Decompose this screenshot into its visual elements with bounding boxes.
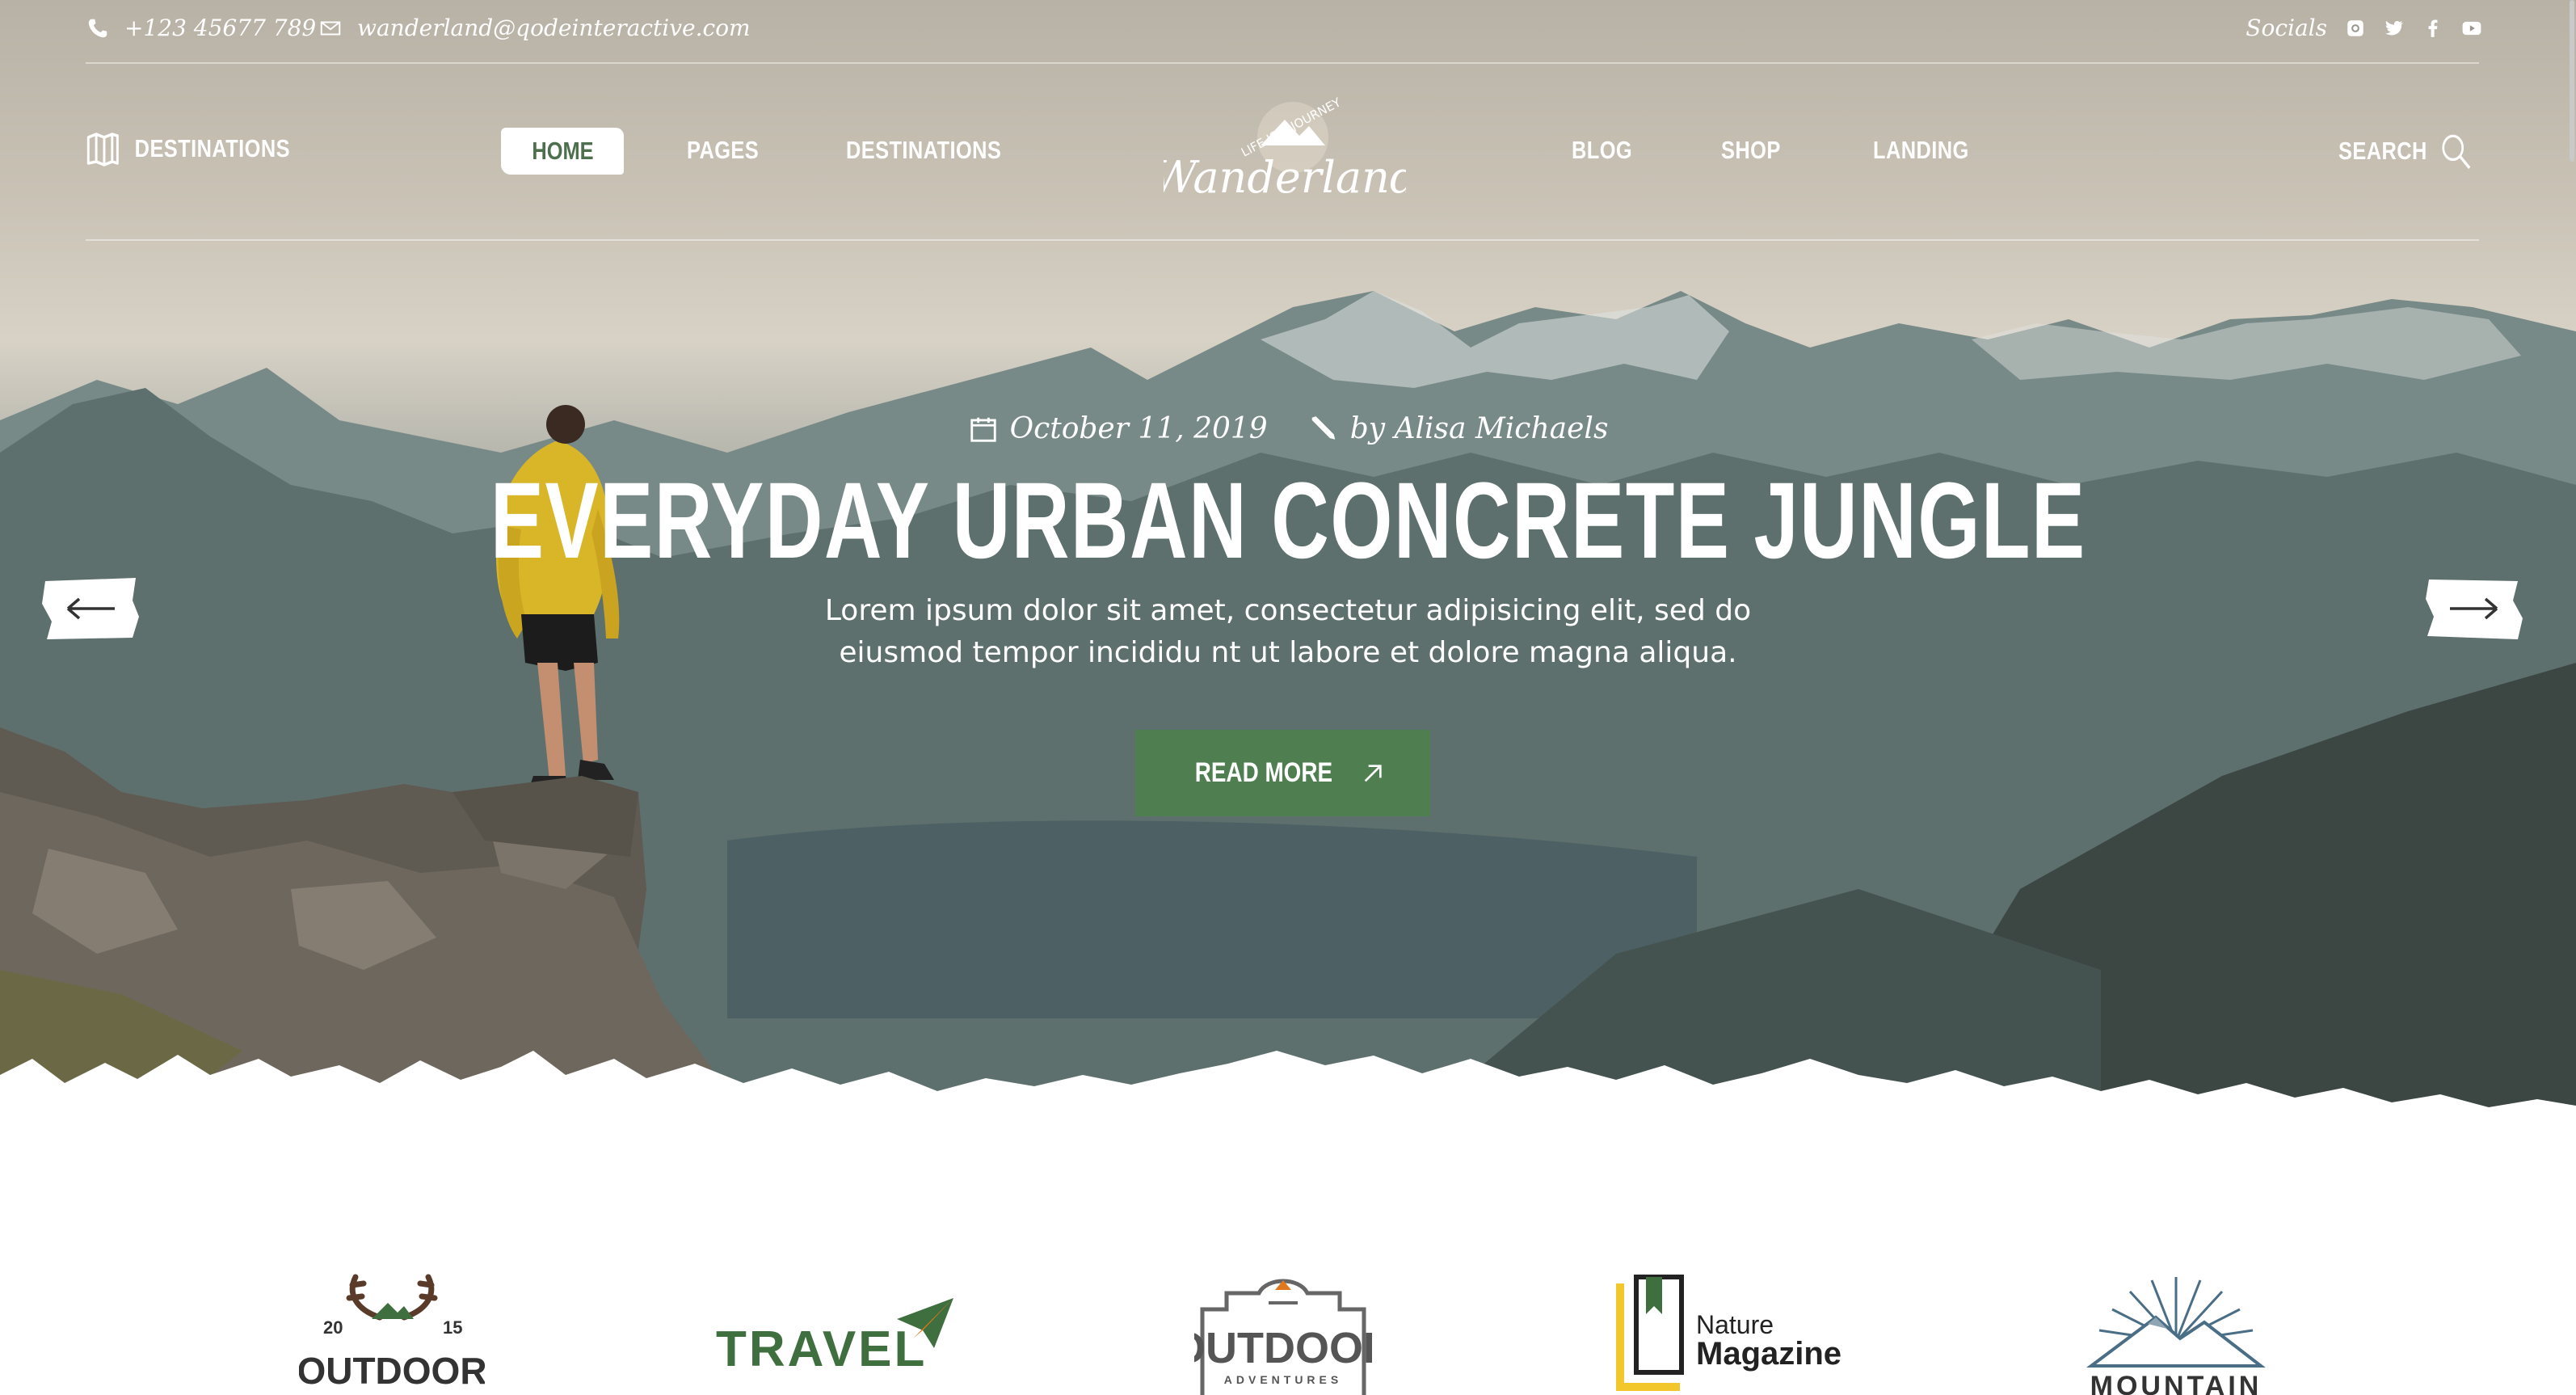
phone-number: +123 45677 789: [124, 15, 317, 41]
excerpt-line-2: eiusmod tempor incididu nt ut labore et …: [839, 636, 1737, 669]
brand-mountain[interactable]: MOUNTAIN: [2067, 1261, 2285, 1395]
pencil-icon: [1311, 415, 1335, 440]
search-label: SEARCH: [2338, 137, 2427, 165]
nav-destinations[interactable]: DESTINATIONS: [846, 136, 1001, 165]
twitter-icon[interactable]: [2384, 18, 2405, 39]
search-icon: [2442, 134, 2471, 170]
mountain-logo: MOUNTAIN: [2086, 1277, 2266, 1395]
destinations-menu-label: DESTINATIONS: [134, 134, 290, 162]
brand-mountain-name: MOUNTAIN: [2090, 1371, 2262, 1395]
page-scrollbar[interactable]: [2570, 0, 2574, 162]
search-trigger[interactable]: SEARCH: [2338, 131, 2473, 171]
slider-next-button[interactable]: [2424, 576, 2524, 641]
brush-edge-divider: [0, 1051, 2576, 1156]
destinations-menu-trigger[interactable]: DESTINATIONS: [86, 131, 290, 166]
facebook-icon[interactable]: [2422, 18, 2443, 39]
hero-slider: +123 45677 789 wanderland@qodeinteractiv…: [0, 0, 2576, 1156]
page-root: +123 45677 789 wanderland@qodeinteractiv…: [0, 0, 2576, 1395]
nav-pages[interactable]: PAGES: [687, 136, 759, 165]
nav-divider: [86, 239, 2479, 241]
nature-magazine-logo: Nature Magazine: [1616, 1275, 1842, 1391]
mail-icon: [320, 21, 341, 35]
brand-outdoor-2015[interactable]: 20 15 OUTDOOR: [297, 1261, 487, 1395]
travel-logo: TRAVEL: [716, 1298, 953, 1377]
arrow-up-right-icon: [1365, 764, 1383, 782]
brand-outdoor-adventures-sub: ADVENTURES: [1224, 1373, 1342, 1386]
slider-prev-button[interactable]: [40, 576, 141, 641]
topbar-divider: [86, 62, 2479, 64]
logo-wordmark: Wanderland: [1164, 152, 1406, 203]
antlers-logo: 20 15 OUTDOOR: [297, 1274, 487, 1392]
post-author-text: by Alisa Michaels: [1349, 412, 1609, 445]
email-contact[interactable]: wanderland@qodeinteractive.com: [318, 15, 751, 41]
nav-landing[interactable]: LANDING: [1873, 136, 1969, 165]
hero-title-text: EVERYDAY URBAN CONCRETE JUNGLE: [490, 461, 2086, 581]
post-date[interactable]: October 11, 2019: [968, 412, 1268, 445]
partner-logos: 20 15 OUTDOOR TRAVEL OUTDOOR ADVENTURES: [0, 1261, 2576, 1395]
read-more-label: READ MORE: [1194, 757, 1332, 788]
outdoor-adventures-logo: OUTDOOR ADVENTURES: [1172, 1279, 1395, 1395]
hero-title[interactable]: EVERYDAY URBAN CONCRETE JUNGLE: [0, 461, 2576, 582]
post-date-text: October 11, 2019: [1009, 412, 1268, 445]
brand-travel-name: TRAVEL: [716, 1321, 927, 1377]
socials-group: Socials: [2246, 15, 2482, 41]
brand-nature-magazine[interactable]: Nature Magazine: [1612, 1261, 1854, 1395]
excerpt-line-1: Lorem ipsum dolor sit amet, consectetur …: [824, 594, 1752, 627]
brand-outdoor-adventures[interactable]: OUTDOOR ADVENTURES: [1172, 1261, 1395, 1395]
nav-shop[interactable]: SHOP: [1721, 136, 1781, 165]
socials-label: Socials: [2246, 15, 2327, 41]
brand-outdoor-adventures-name: OUTDOOR: [1194, 1324, 1372, 1372]
arrow-right-icon: [2426, 579, 2523, 639]
phone-icon: [88, 19, 107, 37]
read-more-button[interactable]: READ MORE: [1135, 730, 1430, 816]
email-address: wanderland@qodeinteractive.com: [357, 15, 751, 41]
nav-home[interactable]: HOME: [501, 128, 624, 175]
youtube-icon[interactable]: [2461, 18, 2482, 39]
instagram-icon[interactable]: [2345, 18, 2366, 39]
brand-outdoor-name: OUTDOOR: [299, 1350, 485, 1392]
post-meta: October 11, 2019 by Alisa Michaels: [0, 412, 2576, 445]
nav-blog[interactable]: BLOG: [1572, 136, 1632, 165]
arrow-left-icon: [42, 578, 139, 639]
hero-excerpt: Lorem ipsum dolor sit amet, consectetur …: [803, 590, 1773, 674]
post-author[interactable]: by Alisa Michaels: [1308, 412, 1609, 445]
main-navigation: DESTINATIONS HOME PAGES DESTINATIONS LIF…: [0, 65, 2576, 238]
brand-nature-bottom: Magazine: [1696, 1336, 1842, 1372]
top-bar: +123 45677 789 wanderland@qodeinteractiv…: [0, 0, 2576, 63]
wanderland-logo: LIFE IS A JOURNEY Wanderland: [1152, 95, 1418, 203]
brand-travel[interactable]: TRAVEL: [711, 1261, 970, 1395]
phone-contact[interactable]: +123 45677 789: [86, 15, 316, 41]
site-logo[interactable]: LIFE IS A JOURNEY Wanderland: [1152, 89, 1418, 218]
brand-nature-top: Nature: [1696, 1310, 1774, 1339]
nav-home-label: HOME: [531, 137, 594, 165]
brand-outdoor-year-left: 20: [323, 1317, 343, 1338]
map-icon: [86, 133, 119, 166]
brand-outdoor-year-right: 15: [443, 1317, 462, 1338]
calendar-icon: [970, 417, 996, 442]
